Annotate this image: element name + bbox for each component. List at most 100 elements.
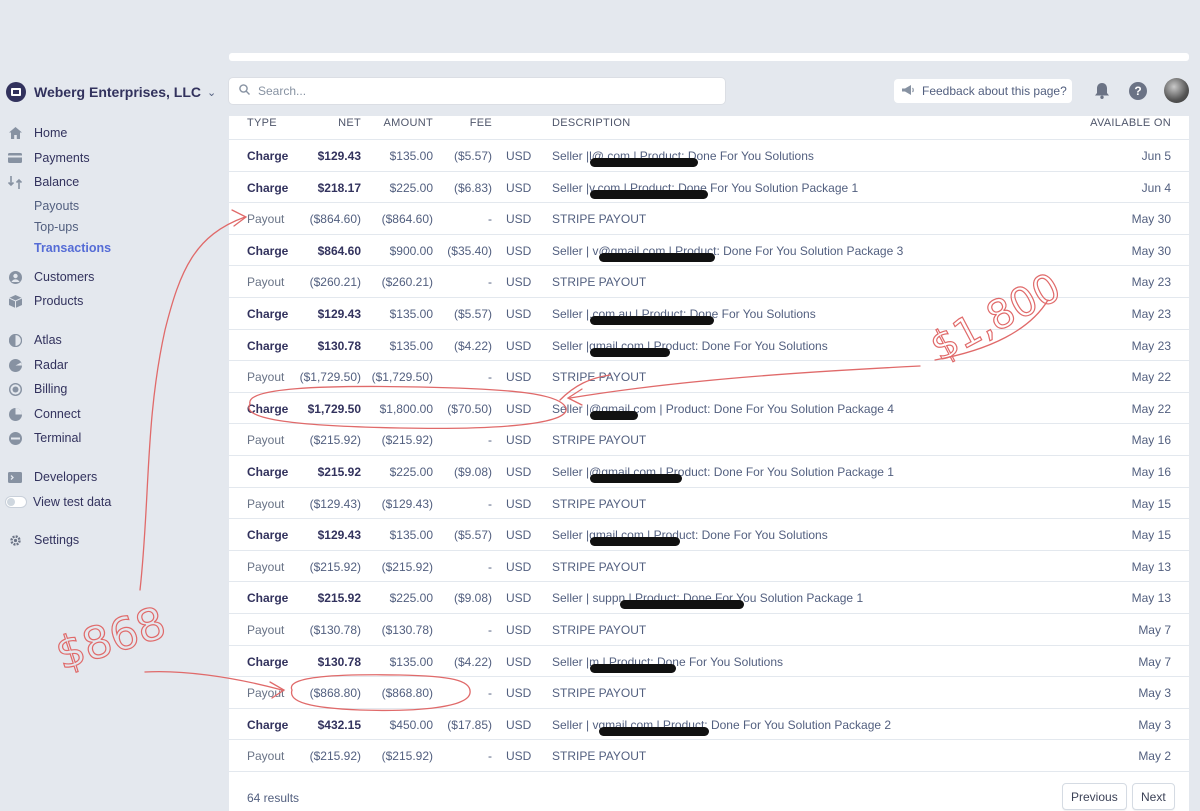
table-row[interactable]: Charge $130.78 $135.00 ($4.22) USD May 23 Sell… (229, 328, 1189, 361)
cell-amount: $135.00 (389, 528, 433, 543)
table-row[interactable]: Charge $218.17 $225.00 ($6.83) USD Jun 4 Selle… (229, 170, 1189, 203)
cell-available-on: May 13 (1131, 591, 1171, 606)
cell-type: Charge (247, 338, 289, 353)
cell-available-on: May 16 (1131, 433, 1171, 448)
table-row[interactable]: Payout ($868.80) ($868.80) - USD May 3 STRIPE … (229, 676, 1189, 708)
cell-fee: ($5.57) (453, 528, 492, 543)
sidebar-item-products[interactable]: Products (8, 294, 83, 308)
table-row[interactable]: Charge $129.43 $135.00 ($5.57) USD May 23 Sell… (229, 296, 1189, 329)
cell-amount: ($215.92) (381, 749, 433, 764)
table-row[interactable]: Charge $432.15 $450.00 ($17.85) USD May 3 Sell… (229, 707, 1189, 740)
table-row[interactable]: Charge $215.92 $225.00 ($9.08) USD May 16 Sell… (229, 454, 1189, 487)
col-available-on[interactable]: AVAILABLE ON (1090, 117, 1171, 129)
connect-icon (8, 407, 22, 421)
redaction-mark (590, 158, 699, 167)
sidebar-subitem-topups[interactable]: Top-ups (34, 220, 78, 234)
notifications-bell-icon[interactable] (1091, 80, 1113, 102)
table-row[interactable]: Payout ($130.78) ($130.78) - USD May 7 STRIPE … (229, 612, 1189, 645)
cell-amount: $225.00 (389, 180, 433, 195)
description-prefix: STRIPE PAYOUT (552, 559, 647, 574)
sidebar-item-label: Settings (34, 533, 80, 547)
cell-description: Seller | gmail.com | Product: Done For Yo… (552, 528, 828, 547)
table-row[interactable]: Payout ($215.92) ($215.92) - USD May 13 STRIPE… (229, 549, 1189, 582)
feedback-button[interactable]: Feedback about this page? (894, 79, 1072, 103)
sidebar-item-payments[interactable]: Payments (8, 151, 90, 165)
table-row[interactable]: Payout ($1,729.50) ($1,729.50) - USD May 22 ST… (229, 360, 1189, 392)
terminal-icon (8, 431, 22, 445)
table-row[interactable]: Charge $130.78 $135.00 ($4.22) USD May 7 Selle… (229, 644, 1189, 677)
sidebar-item-customers[interactable]: Customers (8, 270, 94, 284)
col-amount[interactable]: AMOUNT (384, 117, 433, 129)
sidebar-item-label: Terminal (34, 431, 82, 445)
cell-amount: $135.00 (389, 306, 433, 321)
table-row[interactable]: Payout ($215.92) ($215.92) - USD May 16 STRIPE… (229, 423, 1189, 455)
sidebar-item-label: Payments (34, 151, 90, 165)
cell-net: ($864.60) (309, 212, 361, 227)
table-row[interactable]: Charge $864.60 $900.00 ($35.40) USD May 30 Sel… (229, 233, 1189, 266)
sidebar-subitem-payouts[interactable]: Payouts (34, 199, 79, 213)
cell-type: Charge (247, 149, 289, 163)
description-prefix: STRIPE PAYOUT (552, 622, 647, 637)
col-description[interactable]: DESCRIPTION (552, 117, 630, 129)
sidebar-item-home[interactable]: Home (8, 126, 67, 140)
table-row[interactable]: Charge $1,729.50 $1,800.00 ($70.50) USD May 2… (229, 391, 1189, 424)
help-icon[interactable]: ? (1127, 80, 1149, 102)
cell-net: $864.60 (317, 243, 361, 258)
table-body: Charge $129.43 $135.00 ($5.57) USD Jun 5 Selle… (229, 139, 1189, 771)
table-row[interactable]: Payout ($260.21) ($260.21) - USD May 23 STRIPE… (229, 265, 1189, 297)
previous-button[interactable]: Previous (1062, 783, 1127, 810)
col-net[interactable]: NET (338, 117, 361, 129)
transactions-table: TYPE NET AMOUNT FEE DESCRIPTION AVAILABL… (229, 116, 1189, 811)
description-prefix: STRIPE PAYOUT (552, 749, 647, 764)
cell-type: Payout (247, 275, 285, 290)
cell-net: $129.43 (317, 528, 361, 543)
sidebar-item-connect[interactable]: Connect (8, 407, 81, 421)
description-prefix: Seller | v (552, 243, 599, 258)
table-row[interactable]: Payout ($215.92) ($215.92) - USD May 2 STRIPE … (229, 739, 1189, 771)
cell-amount: ($1,729.50) (371, 370, 433, 385)
cell-description: STRIPE PAYOUT (552, 749, 646, 763)
cell-description: STRIPE PAYOUT (552, 686, 646, 700)
avatar[interactable] (1164, 78, 1189, 103)
sidebar-item-balance[interactable]: Balance (8, 175, 79, 189)
col-fee[interactable]: FEE (470, 117, 492, 129)
sidebar-item-settings[interactable]: Settings (8, 533, 79, 547)
cell-description: Seller | v gmail.com | Product: Done For … (552, 718, 891, 736)
cell-fee: ($17.85) (447, 717, 492, 732)
cell-available-on: May 22 (1131, 401, 1171, 416)
sidebar-item-billing[interactable]: Billing (8, 382, 67, 396)
sidebar-item-label: Products (34, 294, 84, 308)
table-row[interactable]: Charge $129.43 $135.00 ($5.57) USD May 15 Sell… (229, 518, 1189, 550)
redaction-mark (590, 347, 671, 357)
next-button[interactable]: Next (1132, 783, 1175, 810)
table-row[interactable]: Payout ($864.60) ($864.60) - USD May 30 STRIPE… (229, 202, 1189, 234)
sidebar-item-terminal[interactable]: Terminal (8, 431, 81, 445)
sidebar-item-developers[interactable]: Developers (8, 470, 97, 484)
cell-currency: USD (506, 212, 532, 227)
cell-currency: USD (506, 401, 532, 416)
view-test-data-toggle[interactable]: View test data (5, 495, 111, 509)
table-row[interactable]: Charge $215.92 $225.00 ($9.08) USD May 13 Sell… (229, 581, 1189, 613)
cell-amount: $450.00 (389, 717, 433, 732)
toggle-switch[interactable] (5, 496, 27, 508)
redaction-mark (590, 410, 639, 420)
col-type[interactable]: TYPE (247, 117, 277, 129)
cell-currency: USD (506, 559, 532, 574)
sidebar-item-label: Billing (34, 382, 68, 396)
sidebar-item-radar[interactable]: Radar (8, 358, 68, 372)
account-switcher[interactable]: Weberg Enterprises, LLC ⌄ (6, 82, 216, 102)
cell-type: Payout (247, 686, 285, 701)
sidebar: Weberg Enterprises, LLC ⌄ Home Payments … (0, 74, 220, 811)
table-row[interactable]: Charge $129.43 $135.00 ($5.57) USD Jun 5 Selle… (229, 139, 1189, 171)
sidebar-item-atlas[interactable]: Atlas (8, 333, 62, 347)
cell-amount: $135.00 (389, 338, 433, 353)
search-bar[interactable] (229, 78, 725, 104)
sidebar-subitem-transactions[interactable]: Transactions (34, 241, 111, 255)
search-input[interactable] (258, 84, 698, 98)
description-prefix: Seller | (552, 338, 590, 353)
table-row[interactable]: Payout ($129.43) ($129.43) - USD May 15 STRIPE… (229, 486, 1189, 519)
cell-available-on: May 22 (1131, 370, 1171, 385)
cell-amount: ($129.43) (381, 496, 433, 511)
cell-fee: ($35.40) (447, 243, 492, 258)
cell-description: Seller | m | Product: Done For You Soluti… (552, 655, 783, 673)
